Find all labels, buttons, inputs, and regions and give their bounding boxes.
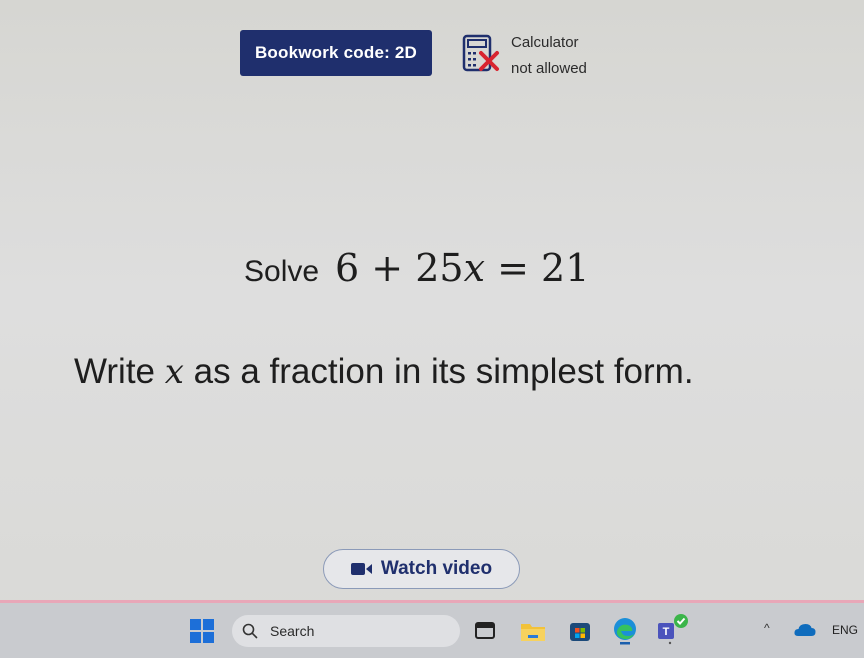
edge-icon[interactable] — [612, 617, 638, 645]
instruction-after: as a fraction in its simplest form. — [183, 352, 694, 391]
question-instruction: Write x as a fraction in its simplest fo… — [74, 352, 694, 392]
search-icon — [242, 623, 258, 639]
equation-left: 6 + 25 — [335, 246, 464, 290]
equation-variable: x — [463, 246, 486, 290]
taskbar-search-box[interactable]: Search — [232, 615, 460, 647]
taskbar-search-label: Search — [270, 623, 315, 639]
onedrive-icon[interactable] — [794, 623, 816, 637]
sparx-question-page: Bookwork code: 2D Calculator not allowed… — [0, 0, 864, 600]
windows-start-icon[interactable] — [190, 619, 214, 643]
file-explorer-icon[interactable] — [520, 619, 546, 643]
teams-icon[interactable]: T — [656, 613, 690, 645]
bookwork-code-badge: Bookwork code: 2D — [240, 30, 432, 76]
instruction-before: Write — [74, 352, 165, 391]
calculator-crossed-icon — [462, 34, 499, 72]
equation: 6 + 25x = 21 — [335, 246, 589, 290]
watch-video-label: Watch video — [380, 558, 493, 579]
windows-taskbar: Search T ^ ENG — [0, 603, 864, 658]
video-camera-icon — [350, 563, 372, 575]
language-indicator[interactable]: ENG — [832, 623, 858, 637]
store-icon[interactable] — [568, 619, 592, 643]
chevron-up-icon[interactable]: ^ — [764, 621, 770, 635]
calculator-status-line1: Calculator — [511, 34, 579, 51]
calculator-status-line2: not allowed — [511, 60, 587, 77]
question-prefix: Solve — [244, 255, 320, 288]
question-line: Solve 6 + 25x = 21 — [244, 246, 589, 290]
bookwork-code-text: Bookwork code: 2D — [254, 43, 418, 62]
svg-text:T: T — [663, 626, 670, 638]
task-view-icon[interactable] — [474, 620, 496, 642]
instruction-variable: x — [164, 352, 184, 392]
watch-video-button[interactable]: Watch video — [323, 549, 520, 589]
equation-right: = 21 — [485, 246, 590, 290]
calculator-status: Calculator not allowed — [511, 30, 587, 82]
